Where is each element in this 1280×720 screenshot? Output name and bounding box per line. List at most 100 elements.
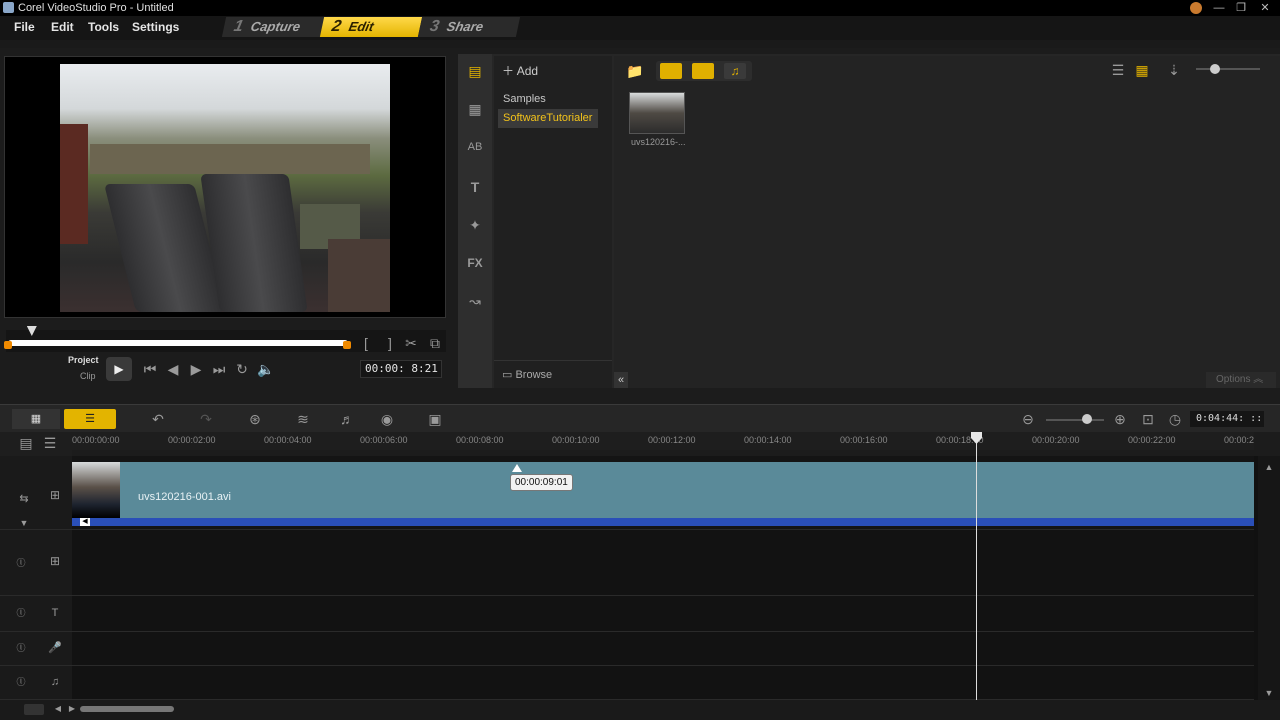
repeat-icon[interactable]: ↻ [232, 360, 252, 378]
overlay-track-icon[interactable]: ⊞ [44, 552, 66, 570]
library-tabs: ▤ ▦ AB T ✦ FX ↝ [458, 54, 492, 388]
end-icon[interactable]: ⏭ [209, 360, 229, 378]
menu-edit[interactable]: Edit [51, 20, 74, 34]
title-track-icon[interactable]: T [44, 604, 66, 622]
previous-frame-icon[interactable]: ◀ [163, 360, 183, 378]
fit-to-window-icon[interactable]: ⊡ [1138, 410, 1158, 428]
scissors-icon[interactable]: ✂ [403, 334, 419, 352]
folder-samples[interactable]: Samples [503, 93, 546, 105]
thumbnail-size-slider[interactable] [1196, 68, 1260, 70]
horizontal-scroll-thumb[interactable] [80, 706, 174, 712]
list-view-icon[interactable]: ☰ [1108, 61, 1128, 79]
overlay-track[interactable] [72, 530, 1254, 596]
scroll-right-icon[interactable]: ▶ [66, 700, 78, 718]
speaker-icon[interactable]: ◀ [80, 518, 90, 526]
video-frame [60, 64, 390, 312]
filter-icon[interactable]: FX [464, 254, 486, 272]
ruler-tick: 00:00:22:00 [1128, 435, 1176, 445]
step-edit-tab[interactable]: 2 Edit [319, 17, 423, 37]
sort-icon[interactable]: ⇣ [1164, 61, 1184, 79]
menu-tools[interactable]: Tools [88, 20, 119, 34]
subtitle-editor-icon[interactable]: ▣ [424, 410, 446, 428]
minimize-button[interactable]: — [1208, 0, 1230, 16]
zoom-in-icon[interactable]: ⊕ [1110, 410, 1130, 428]
storyboard-icon: ▦ [30, 413, 42, 425]
timeline-toolbar: ▦ ☰ ↶ ↷ ⊛ ≋ ♬ ◉ ▣ ⊖ ⊕ ⊡ ◷ 0:04:44: :: [0, 404, 1280, 432]
next-frame-icon[interactable]: ▶ [186, 360, 206, 378]
sound-mixer-icon[interactable]: ≋ [292, 410, 314, 428]
volume-icon[interactable]: 🔈 [256, 360, 276, 378]
vertical-scrollbar[interactable]: ▲ ▼ [1258, 456, 1280, 700]
show-photos-icon[interactable] [692, 63, 714, 79]
window-title: Corel VideoStudio Pro - Untitled [18, 2, 174, 14]
storyboard-view-button[interactable]: ▦ [12, 409, 60, 429]
title-track-header: ⓛ T [0, 596, 72, 632]
path-icon[interactable]: ↝ [464, 292, 486, 310]
zoom-to-fit-icon[interactable] [24, 704, 44, 715]
timeline-view-button[interactable]: ☰ [64, 409, 116, 429]
thumbnail-view-icon[interactable]: ▦ [1132, 61, 1152, 79]
timeline-zoom-slider[interactable] [1046, 419, 1104, 421]
instant-project-icon[interactable]: ▦ [464, 100, 486, 118]
home-icon[interactable]: ⏮ [140, 360, 160, 378]
show-videos-icon[interactable] [660, 63, 682, 79]
lock-icon[interactable]: ⓛ [14, 554, 28, 572]
scrubber-bar[interactable] [8, 340, 348, 346]
project-mode-label[interactable]: Project [68, 355, 99, 365]
media-tab-icon[interactable]: ▤ [464, 62, 486, 82]
transition-icon[interactable]: AB [464, 138, 486, 156]
title-icon[interactable]: T [464, 178, 486, 196]
track-manager-icon[interactable]: ▤ [16, 434, 36, 452]
show-audio-icon[interactable]: ♫ [724, 63, 746, 79]
redo-icon[interactable]: ↷ [196, 410, 216, 428]
close-button[interactable]: ✕ [1254, 0, 1276, 16]
timeline-zoom-knob[interactable] [1081, 414, 1092, 424]
music-track-icon[interactable]: ♫ [44, 673, 66, 691]
lock-icon[interactable]: ⓛ [14, 604, 28, 622]
graphic-icon[interactable]: ✦ [464, 216, 486, 234]
menu-file[interactable]: File [14, 20, 35, 34]
train-right [200, 174, 308, 312]
menu-settings[interactable]: Settings [132, 20, 179, 34]
overlay-track-header: ⓛ ⊞ [0, 530, 72, 596]
step-capture-tab[interactable]: 1 Capture [221, 17, 325, 37]
media-thumbnail[interactable] [629, 92, 685, 134]
timecode-display[interactable]: 00:00: 8:21 [360, 360, 442, 378]
lock-icon[interactable]: ⓛ [14, 639, 28, 657]
horizontal-scroll-area: ◀ ▶ [0, 700, 1280, 720]
undo-icon[interactable]: ↶ [148, 410, 168, 428]
title-track[interactable] [72, 596, 1254, 632]
voice-track[interactable] [72, 632, 1254, 666]
trim-start-marker[interactable] [4, 341, 12, 349]
auto-music-icon[interactable]: ♬ [336, 410, 358, 428]
voice-track-icon[interactable]: 🎤 [44, 639, 66, 657]
collapse-library-icon[interactable]: « [614, 372, 628, 388]
scroll-left-icon[interactable]: ◀ [52, 700, 64, 718]
maximize-button[interactable]: ❐ [1230, 0, 1252, 16]
browse-icon: ▭ [502, 369, 513, 381]
folder-softwaretutorialer[interactable]: SoftwareTutorialer [503, 112, 592, 124]
music-track[interactable] [72, 666, 1254, 700]
video-track-icon[interactable]: ⊞ [44, 486, 66, 504]
record-capture-icon[interactable]: ⊛ [244, 410, 266, 428]
zoom-out-icon[interactable]: ⊖ [1018, 410, 1038, 428]
clip-mode-label[interactable]: Clip [80, 371, 96, 381]
trim-end-marker[interactable] [343, 341, 351, 349]
folder-icon[interactable]: 📁 [626, 62, 644, 80]
browse-button[interactable]: ▭ Browse [502, 368, 552, 381]
motion-tracking-icon[interactable]: ◉ [376, 410, 398, 428]
enlarge-preview-icon[interactable]: ⧉ [427, 334, 443, 352]
scroll-up-icon[interactable]: ▲ [1262, 458, 1276, 476]
chapter-point-icon[interactable]: ☰ [40, 434, 60, 452]
globe-icon[interactable] [1190, 2, 1202, 14]
mark-in-icon[interactable]: [ [358, 334, 374, 352]
lock-icon[interactable]: ⓛ [14, 673, 28, 691]
play-button[interactable]: ▶ [106, 357, 132, 381]
step-share-tab[interactable]: 3 Share [417, 17, 521, 37]
ruler-tick: 00:00:14:00 [744, 435, 792, 445]
add-folder-button[interactable]: ＋ Add [502, 62, 538, 79]
ripple-editing-icon[interactable]: ⇆ [14, 490, 34, 508]
mark-out-icon[interactable]: ] [382, 334, 398, 352]
video-clip[interactable] [72, 462, 1254, 518]
options-button[interactable]: Options ︽ [1206, 372, 1276, 388]
